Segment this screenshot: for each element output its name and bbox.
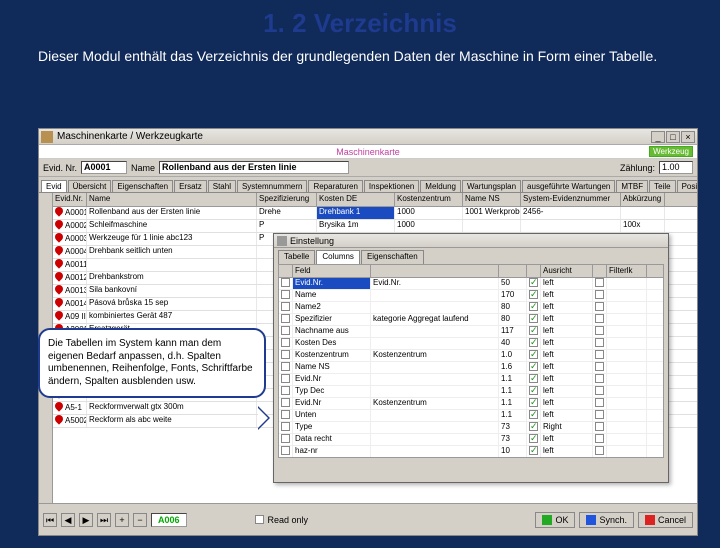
- evid-label: Evid. Nr.: [43, 163, 77, 173]
- dialog-col-header[interactable]: Filterlk: [607, 265, 647, 277]
- dialog-icon: [277, 236, 287, 246]
- dialog-row[interactable]: KostenzentrumKostenzentrum1.0left: [279, 350, 663, 362]
- tab-position[interactable]: Position: [677, 180, 697, 192]
- ok-button[interactable]: OK: [535, 512, 575, 528]
- form-row: Evid. Nr. A0001 Name Rollenband aus der …: [39, 159, 697, 177]
- minimize-button[interactable]: _: [651, 131, 665, 143]
- nav-first-button[interactable]: ⏮: [43, 513, 57, 527]
- dialog-title: Einstellung: [290, 236, 334, 246]
- tab-mtbf[interactable]: MTBF: [616, 180, 648, 192]
- tab-wartungsplan[interactable]: Wartungsplan: [462, 180, 521, 192]
- tab-stahl[interactable]: Stahl: [208, 180, 236, 192]
- tab-ausgeführte wartungen[interactable]: ausgeführte Wartungen: [522, 180, 615, 192]
- dialog-row[interactable]: Typ Dec1.1left: [279, 386, 663, 398]
- tool-badge[interactable]: Werkzeug: [649, 146, 693, 157]
- app-icon: [41, 131, 53, 143]
- settings-dialog: Einstellung TabelleColumnsEigenschaften …: [273, 233, 669, 483]
- tab-ersatz[interactable]: Ersatz: [174, 180, 207, 192]
- header-bar: Maschinenkarte Werkzeug: [39, 145, 697, 159]
- tab-teile[interactable]: Teile: [649, 180, 675, 192]
- dialog-row[interactable]: Kosten Des40left: [279, 338, 663, 350]
- nav-add-button[interactable]: +: [115, 513, 129, 527]
- readonly-checkbox[interactable]: [255, 515, 264, 524]
- sync-button[interactable]: Synch.: [579, 512, 634, 528]
- dialog-row[interactable]: Name170left: [279, 290, 663, 302]
- slide-title: 1. 2 Verzeichnis: [0, 8, 720, 39]
- dialog-col-header[interactable]: [371, 265, 499, 277]
- name-input[interactable]: Rollenband aus der Ersten linie: [159, 161, 349, 174]
- col-header[interactable]: System-Evidenznummer: [521, 193, 621, 206]
- cancel-icon: [645, 515, 655, 525]
- tab-strip: EvidÜbersichtEigenschaftenErsatzStahlSys…: [39, 177, 697, 193]
- nav-del-button[interactable]: −: [133, 513, 147, 527]
- table-row[interactable]: A0001Rollenband aus der Ersten linieDreh…: [53, 207, 697, 220]
- dialog-col-header[interactable]: [499, 265, 527, 277]
- header-label: Maschinenkarte: [336, 147, 400, 157]
- name-label: Name: [131, 163, 155, 173]
- readonly-label: Read only: [268, 515, 309, 525]
- col-header[interactable]: Kosten DE: [317, 193, 395, 206]
- count-input[interactable]: 1.00: [659, 161, 693, 174]
- dialog-row[interactable]: Evid.NrKostenzentrum1.1left: [279, 398, 663, 410]
- status-code: A006: [151, 513, 187, 527]
- col-header[interactable]: Kostenzentrum: [395, 193, 463, 206]
- slide-description: Dieser Modul enthält das Verzeichnis der…: [0, 47, 720, 73]
- tab-reparaturen[interactable]: Reparaturen: [308, 180, 362, 192]
- tab-eigenschaften[interactable]: Eigenschaften: [112, 180, 173, 192]
- close-button[interactable]: ×: [681, 131, 695, 143]
- cancel-button[interactable]: Cancel: [638, 512, 693, 528]
- tab-inspektionen[interactable]: Inspektionen: [364, 180, 419, 192]
- tab-übersicht[interactable]: Übersicht: [68, 180, 112, 192]
- table-row[interactable]: A0002SchleifmaschinePBrysika 1m1000100x: [53, 220, 697, 233]
- dialog-row[interactable]: Unten1.1left: [279, 410, 663, 422]
- nav-next-button[interactable]: ▶: [79, 513, 93, 527]
- titlebar: Maschinenkarte / Werkzeugkarte _ □ ×: [39, 129, 697, 145]
- dialog-tab[interactable]: Eigenschaften: [361, 250, 424, 264]
- tab-evid[interactable]: Evid: [41, 180, 67, 192]
- dialog-col-header[interactable]: [527, 265, 541, 277]
- count-label: Zählung:: [620, 163, 655, 173]
- col-header[interactable]: Evid.Nr.: [53, 193, 87, 206]
- window-title: Maschinenkarte / Werkzeugkarte: [57, 131, 650, 142]
- dialog-row[interactable]: Data recht73left: [279, 434, 663, 446]
- col-header[interactable]: Name: [87, 193, 257, 206]
- nav-prev-button[interactable]: ◀: [61, 513, 75, 527]
- dialog-tab[interactable]: Columns: [316, 250, 360, 264]
- dialog-col-header[interactable]: [279, 265, 293, 277]
- col-header[interactable]: Spezifizierung: [257, 193, 317, 206]
- dialog-col-header[interactable]: Feld: [293, 265, 371, 277]
- dialog-row[interactable]: haz-nr10left: [279, 446, 663, 458]
- dialog-row[interactable]: Evid.Nr1.1left: [279, 374, 663, 386]
- dialog-row[interactable]: Name280left: [279, 302, 663, 314]
- dialog-col-header[interactable]: [593, 265, 607, 277]
- dialog-col-header[interactable]: Ausricht: [541, 265, 593, 277]
- dialog-row[interactable]: Name NS1.6left: [279, 362, 663, 374]
- tab-meldung[interactable]: Meldung: [420, 180, 461, 192]
- dialog-row[interactable]: Spezifizierkategorie Aggregat laufend80l…: [279, 314, 663, 326]
- check-icon: [542, 515, 552, 525]
- col-header[interactable]: Name NS: [463, 193, 521, 206]
- tab-systemnummern[interactable]: Systemnummern: [237, 180, 307, 192]
- sync-icon: [586, 515, 596, 525]
- maximize-button[interactable]: □: [666, 131, 680, 143]
- dialog-tab[interactable]: Tabelle: [278, 250, 315, 264]
- col-header[interactable]: Abkürzung: [621, 193, 665, 206]
- dialog-row[interactable]: Evid.Nr.Evid.Nr.50left: [279, 278, 663, 290]
- status-bar: ⏮ ◀ ▶ ⏭ + − A006 Read only OK Synch. Can…: [39, 503, 697, 535]
- nav-last-button[interactable]: ⏭: [97, 513, 111, 527]
- dialog-row[interactable]: Nachname aus117left: [279, 326, 663, 338]
- callout-box: Die Tabellen im System kann man dem eige…: [38, 328, 266, 398]
- dialog-row[interactable]: Type73Right: [279, 422, 663, 434]
- evid-input[interactable]: A0001: [81, 161, 127, 174]
